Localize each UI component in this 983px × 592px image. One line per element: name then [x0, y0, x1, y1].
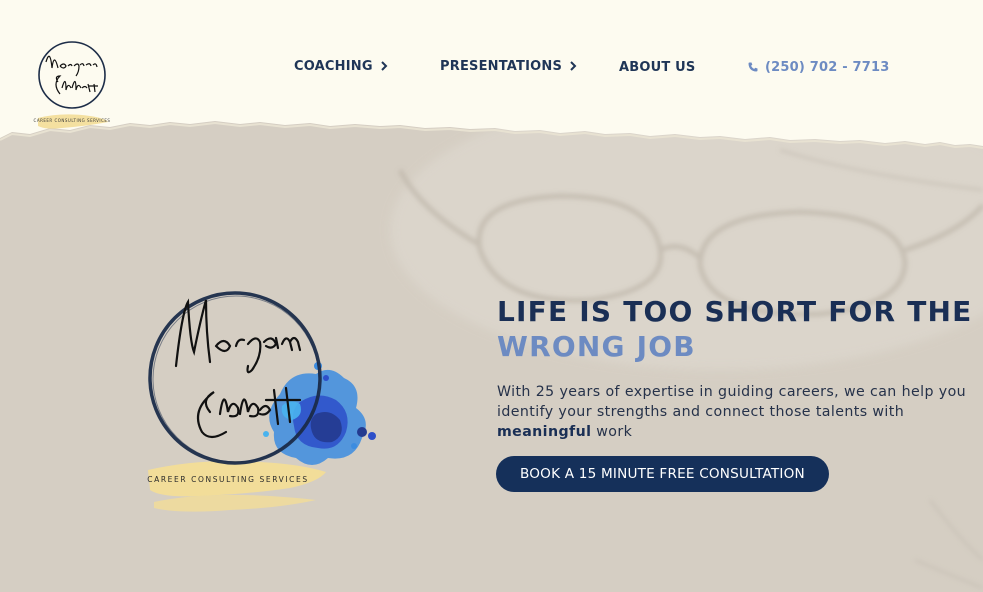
headline-line-1: LIFE IS TOO SHORT FOR THE — [497, 295, 973, 328]
nav-item-presentations[interactable]: PRESENTATIONS — [440, 55, 578, 77]
phone-number: (250) 702 - 7713 — [765, 59, 890, 75]
hero-logo-graphic: CAREER CONSULTING SERVICES — [147, 291, 376, 512]
site-header: CAREER CONSULTING SERVICES COACHING PRES… — [0, 0, 983, 150]
phone-icon — [748, 62, 758, 72]
headline-line-2: WRONG JOB — [497, 330, 696, 363]
button-label: BOOK A 15 MINUTE FREE CONSULTATION — [520, 466, 805, 482]
nav-item-label: PRESENTATIONS — [440, 58, 563, 74]
main-nav: COACHING PRESENTATIONS ABOUT US (250) 70… — [0, 55, 983, 77]
description-end: work — [591, 424, 633, 440]
nav-item-about-us[interactable]: ABOUT US — [619, 56, 696, 78]
hero-description: With 25 years of expertise in guiding ca… — [497, 382, 967, 442]
nav-item-label: ABOUT US — [619, 59, 696, 75]
hero-logo: CAREER CONSULTING SERVICES — [140, 282, 385, 520]
description-text: With 25 years of expertise in guiding ca… — [497, 384, 967, 420]
nav-item-label: COACHING — [294, 58, 373, 74]
hero-logo-tagline: CAREER CONSULTING SERVICES — [147, 475, 308, 484]
hero-headline: LIFE IS TOO SHORT FOR THE WRONG JOB — [497, 294, 973, 364]
book-consultation-button[interactable]: BOOK A 15 MINUTE FREE CONSULTATION — [496, 456, 829, 492]
hero-content: LIFE IS TOO SHORT FOR THE WRONG JOB With… — [496, 294, 973, 492]
header-logo[interactable]: CAREER CONSULTING SERVICES — [32, 38, 112, 132]
description-emphasis: meaningful — [497, 424, 592, 440]
header-logo-tagline: CAREER CONSULTING SERVICES — [34, 118, 111, 123]
logo-graphic: CAREER CONSULTING SERVICES — [34, 41, 111, 129]
chevron-right-icon — [381, 61, 388, 71]
chevron-right-icon — [570, 61, 577, 71]
phone-link[interactable]: (250) 702 - 7713 — [747, 56, 890, 78]
page: CAREER CONSULTING SERVICES COACHING PRES… — [0, 0, 983, 592]
nav-item-coaching[interactable]: COACHING — [294, 55, 389, 77]
